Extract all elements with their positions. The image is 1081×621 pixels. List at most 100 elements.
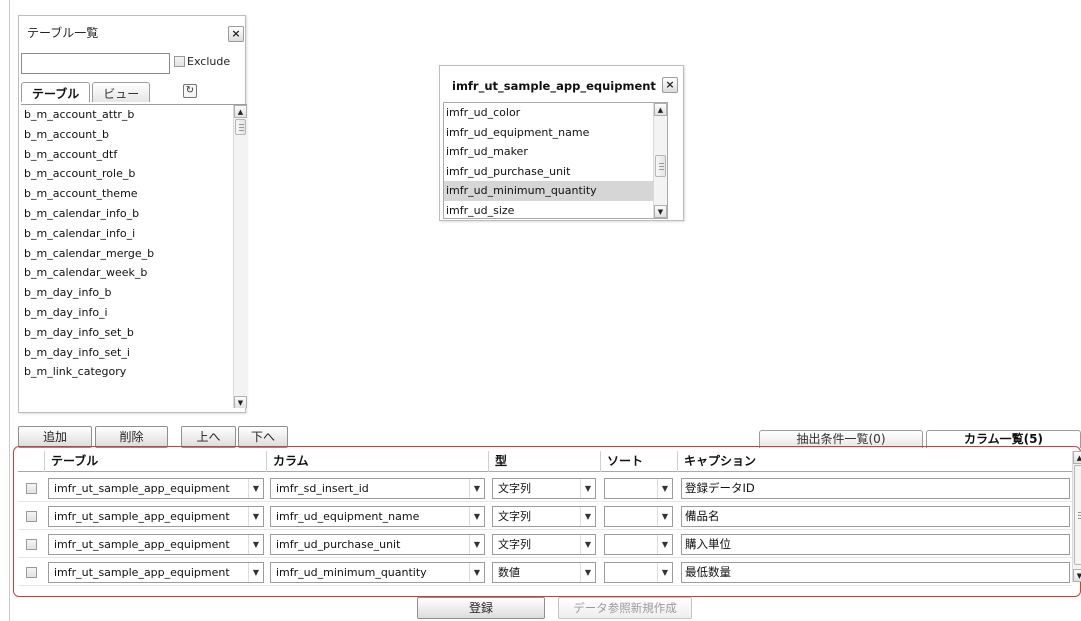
tab-tables[interactable]: テーブル (21, 82, 91, 102)
table-list-item[interactable]: b_m_day_info_b (21, 283, 247, 303)
column-select[interactable]: imfr_sd_insert_id ▼ (270, 478, 485, 499)
table-list-item[interactable]: b_m_calendar_info_i (21, 224, 247, 244)
type-select-value: 文字列 (498, 482, 531, 495)
table-list-item[interactable]: b_m_link_category (21, 362, 247, 382)
type-select[interactable]: 文字列 ▼ (492, 534, 596, 555)
scroll-thumb[interactable] (655, 155, 666, 177)
table-list-tabs: テーブル ビュー (21, 82, 151, 102)
table-select[interactable]: imfr_ut_sample_app_equipment ▼ (48, 562, 264, 583)
row-checkbox[interactable] (26, 511, 37, 522)
sort-select[interactable]: ▼ (604, 478, 673, 499)
table-list-item[interactable]: b_m_day_info_set_i (21, 343, 247, 363)
table-select-value: imfr_ut_sample_app_equipment (54, 566, 230, 579)
table-list-item[interactable]: b_m_calendar_merge_b (21, 244, 247, 264)
exclude-checkbox[interactable] (174, 56, 185, 67)
grid-row: imfr_ut_sample_app_equipment ▼ imfr_ud_min… (18, 558, 1072, 586)
column-select-value: imfr_sd_insert_id (276, 482, 369, 495)
register-button[interactable]: 登録 (417, 597, 545, 619)
create-data-reference-button[interactable]: データ参照新規作成 (558, 597, 692, 619)
scroll-down-arrow-icon[interactable]: ▼ (234, 396, 247, 408)
chevron-down-icon: ▼ (580, 563, 595, 582)
equipment-column-item[interactable]: imfr_ud_equipment_name (444, 123, 667, 143)
scroll-down-arrow-icon[interactable]: ▼ (654, 205, 667, 218)
scroll-thumb[interactable] (1074, 465, 1081, 565)
tab-views[interactable]: ビュー (92, 82, 151, 102)
row-checkbox[interactable] (26, 567, 37, 578)
caption-input[interactable]: 最低数量 (681, 562, 1070, 583)
table-select[interactable]: imfr_ut_sample_app_equipment ▼ (48, 506, 264, 527)
type-select-value: 文字列 (498, 510, 531, 523)
chevron-down-icon: ▼ (657, 479, 672, 498)
column-select-value: imfr_ud_minimum_quantity (276, 566, 427, 579)
column-select[interactable]: imfr_ud_minimum_quantity ▼ (270, 562, 485, 583)
equipment-column-item[interactable]: imfr_ud_size (444, 201, 667, 219)
type-select-value: 文字列 (498, 538, 531, 551)
equipment-column-item[interactable]: imfr_ud_minimum_quantity (444, 181, 667, 201)
table-select[interactable]: imfr_ut_sample_app_equipment ▼ (48, 534, 264, 555)
table-list-item[interactable]: b_m_day_info_i (21, 303, 247, 323)
equipment-column-item[interactable]: imfr_ud_maker (444, 142, 667, 162)
table-list-item[interactable]: b_m_account_b (21, 125, 247, 145)
exclude-label: Exclude (187, 55, 231, 68)
refresh-button[interactable]: ↻ (183, 84, 197, 98)
scroll-up-arrow-icon[interactable]: ▲ (234, 105, 247, 118)
row-checkbox[interactable] (26, 539, 37, 550)
table-list-panel: テーブル一覧 × Exclude テーブル ビュー ↻ b_m_account_… (18, 15, 247, 413)
equipment-panel-close-button[interactable]: × (662, 77, 678, 93)
move-up-button[interactable]: 上へ (181, 426, 236, 448)
table-list-item[interactable]: b_m_calendar_week_b (21, 263, 247, 283)
page-left-border (9, 0, 10, 621)
chevron-down-icon: ▼ (657, 507, 672, 526)
sort-select[interactable]: ▼ (604, 534, 673, 555)
table-select-value: imfr_ut_sample_app_equipment (54, 510, 230, 523)
type-select[interactable]: 数値 ▼ (492, 562, 596, 583)
close-icon: × (665, 78, 675, 91)
table-list-item[interactable]: b_m_account_attr_b (21, 105, 247, 125)
equipment-column-item[interactable]: imfr_ud_color (444, 103, 667, 123)
chevron-down-icon: ▼ (580, 535, 595, 554)
type-select[interactable]: 文字列 ▼ (492, 506, 596, 527)
column-select[interactable]: imfr_ud_equipment_name ▼ (270, 506, 485, 527)
scroll-up-arrow-icon[interactable]: ▲ (654, 103, 667, 116)
table-list-close-button[interactable]: × (228, 26, 244, 42)
column-select[interactable]: imfr_ud_purchase_unit ▼ (270, 534, 485, 555)
table-list-item[interactable]: b_m_account_role_b (21, 164, 247, 184)
table-select[interactable]: imfr_ut_sample_app_equipment ▼ (48, 478, 264, 499)
row-checkbox[interactable] (26, 483, 37, 494)
add-button[interactable]: 追加 (18, 426, 92, 448)
sort-select[interactable]: ▼ (604, 562, 673, 583)
chevron-down-icon: ▼ (248, 479, 263, 498)
refresh-icon: ↻ (185, 85, 195, 96)
exclude-checkbox-group[interactable]: Exclude (174, 55, 230, 68)
grid-scrollbar[interactable]: ▲ ▼ (1072, 451, 1081, 582)
equipment-table-panel: imfr_ut_sample_app_equipment × imfr_ud_c… (439, 65, 684, 221)
table-list: b_m_account_attr_b b_m_account_b b_m_accou… (21, 104, 247, 408)
type-select[interactable]: 文字列 ▼ (492, 478, 596, 499)
table-list-scrollbar[interactable]: ▲ ▼ (233, 105, 247, 408)
chevron-down-icon: ▼ (469, 563, 484, 582)
table-list-item[interactable]: b_m_account_theme (21, 184, 247, 204)
caption-input[interactable]: 購入単位 (681, 534, 1070, 555)
delete-button[interactable]: 削除 (95, 426, 168, 448)
chevron-down-icon: ▼ (469, 535, 484, 554)
sort-select[interactable]: ▼ (604, 506, 673, 527)
equipment-list-scrollbar[interactable]: ▲ ▼ (653, 103, 667, 218)
chevron-down-icon: ▼ (580, 479, 595, 498)
column-select-value: imfr_ud_purchase_unit (276, 538, 401, 551)
type-select-value: 数値 (498, 566, 520, 579)
caption-input[interactable]: 登録データID (681, 478, 1070, 499)
chevron-down-icon: ▼ (469, 507, 484, 526)
scroll-down-arrow-icon[interactable]: ▼ (1073, 569, 1081, 582)
move-down-button[interactable]: 下へ (238, 426, 288, 448)
caption-input[interactable]: 備品名 (681, 506, 1070, 527)
equipment-column-item[interactable]: imfr_ud_purchase_unit (444, 162, 667, 182)
scroll-thumb[interactable] (235, 119, 246, 135)
table-filter-input[interactable] (21, 53, 170, 74)
chevron-down-icon: ▼ (657, 535, 672, 554)
header-column: カラム (266, 451, 488, 472)
scroll-up-arrow-icon[interactable]: ▲ (1073, 451, 1081, 464)
table-list-item[interactable]: b_m_calendar_info_b (21, 204, 247, 224)
table-list-item[interactable]: b_m_day_info_set_b (21, 323, 247, 343)
table-list-title: テーブル一覧 (27, 26, 99, 40)
table-list-item[interactable]: b_m_account_dtf (21, 145, 247, 165)
